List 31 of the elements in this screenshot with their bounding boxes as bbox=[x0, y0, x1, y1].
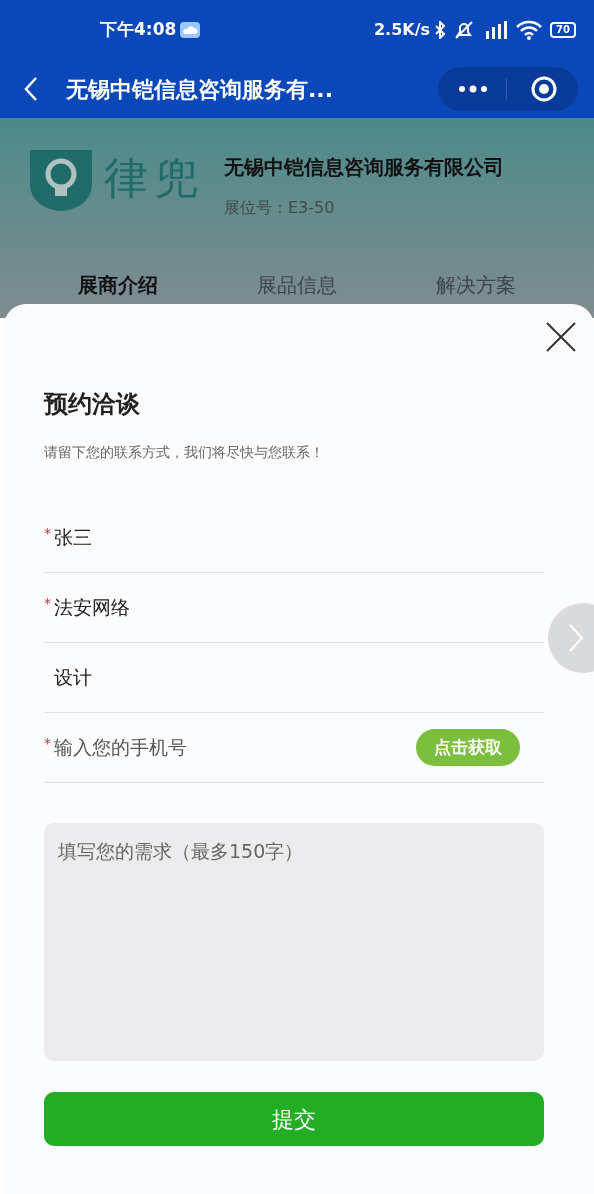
required-asterisk: * bbox=[44, 734, 51, 753]
tab[interactable]: 展品信息 bbox=[257, 270, 337, 300]
input-field[interactable]: 法安网络 bbox=[54, 593, 544, 622]
dialog-title: 预约洽谈 bbox=[44, 389, 141, 420]
wifi-icon bbox=[516, 20, 543, 40]
logo-text: 律兜 bbox=[104, 151, 204, 205]
dialog-subtitle: 请留下您的联系方式，我们将尽快与您联系！ bbox=[44, 443, 325, 462]
more-icon[interactable] bbox=[458, 85, 488, 93]
tab[interactable]: 解决方案 bbox=[436, 270, 517, 300]
lightbulb-logo-icon bbox=[28, 148, 94, 212]
bluetooth-icon bbox=[434, 21, 447, 39]
cloud-icon bbox=[180, 22, 201, 38]
back-icon[interactable] bbox=[24, 76, 38, 102]
input-field[interactable]: 输入您的手机号 bbox=[54, 733, 416, 762]
network-speed: 2.5K/s bbox=[373, 19, 431, 41]
chevron-right-icon bbox=[568, 623, 584, 653]
required-asterisk: * bbox=[44, 594, 51, 613]
page-title: 无锡中铠信息咨询服务有... bbox=[66, 75, 334, 104]
required-asterisk: * bbox=[44, 524, 51, 543]
submit-button[interactable]: 提交 bbox=[44, 1092, 544, 1146]
input-field[interactable]: 设计 bbox=[54, 663, 544, 692]
status-time: 下午4:08 bbox=[100, 18, 177, 42]
bell-muted-icon bbox=[454, 21, 475, 39]
requirement-textarea[interactable]: 填写您的需求（最多150字） bbox=[44, 823, 544, 1061]
close-miniprogram-icon[interactable] bbox=[531, 76, 557, 102]
company-name: 无锡中铠信息咨询服务有限公司 bbox=[224, 154, 504, 181]
battery-indicator: 70 bbox=[550, 22, 576, 38]
tab[interactable]: 展商介绍 bbox=[77, 270, 158, 300]
booth-number: 展位号：E3-50 bbox=[224, 197, 336, 219]
close-icon[interactable] bbox=[546, 322, 576, 352]
input-field[interactable]: 张三 bbox=[54, 523, 544, 552]
